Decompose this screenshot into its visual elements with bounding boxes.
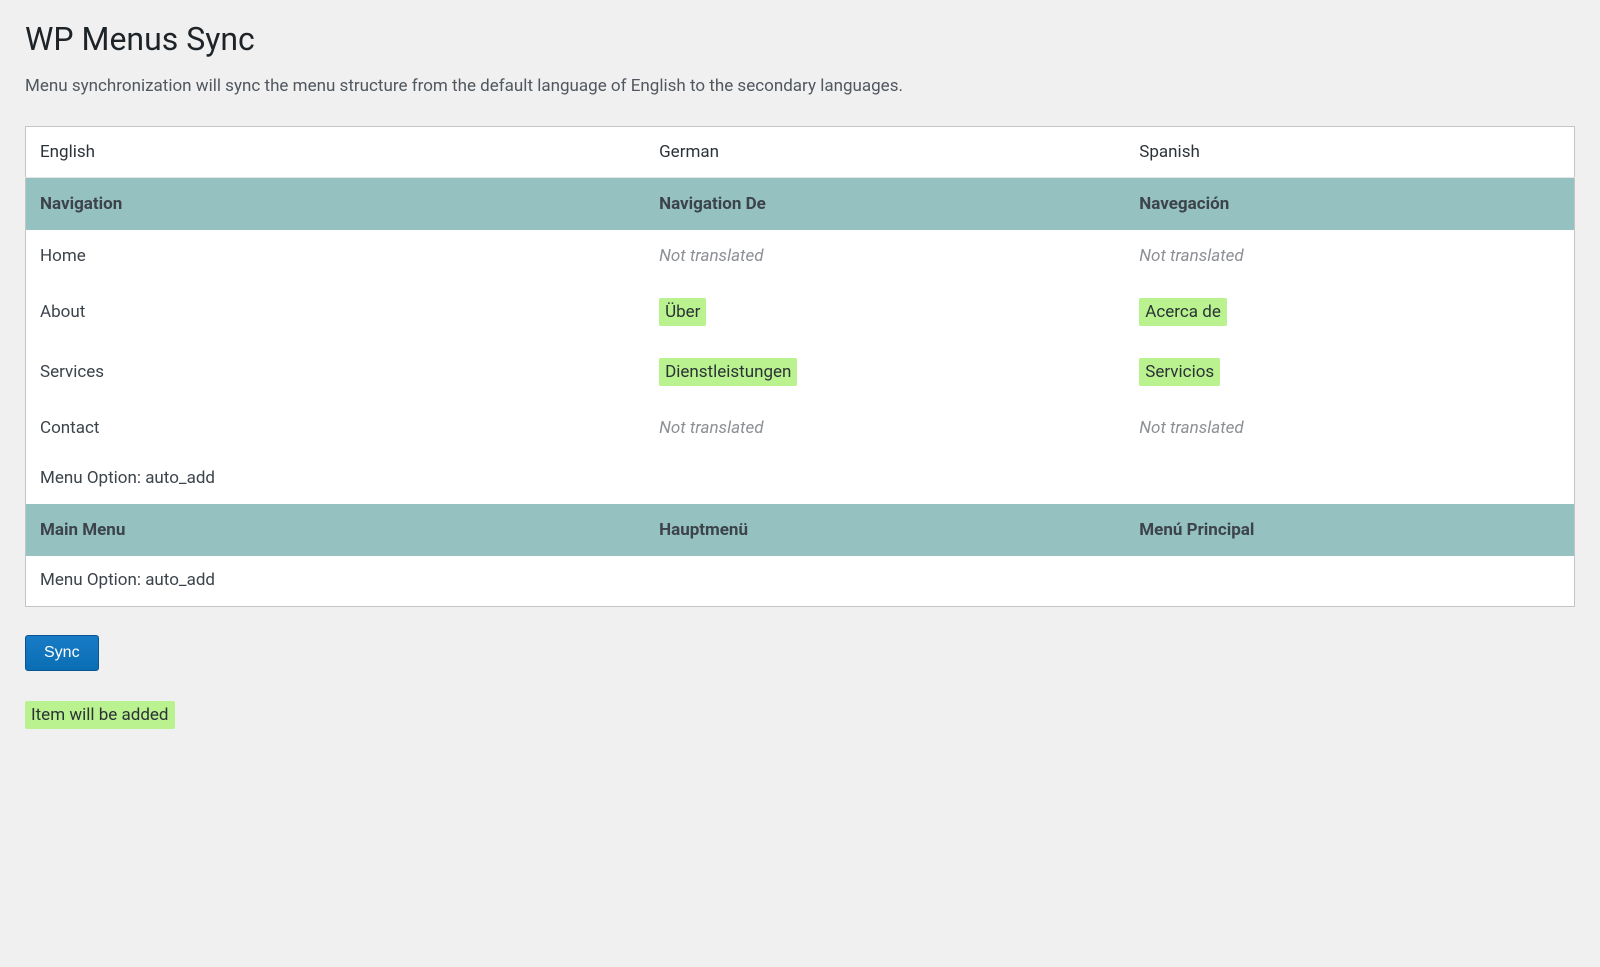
item-german: Not translated [645,402,1125,454]
menu-option-text: Menu Option: auto_add [26,454,1575,504]
item-german: Über [645,282,1125,342]
not-translated-label: Not translated [1139,246,1243,266]
menu-option-text: Menu Option: auto_add [26,556,1575,607]
not-translated-label: Not translated [659,246,763,266]
item-english: Home [26,230,646,282]
menu-group-row: Navigation Navigation De Navegación [26,178,1575,231]
header-spanish: Spanish [1125,127,1574,178]
item-english: Contact [26,402,646,454]
table-row: Contact Not translated Not translated [26,402,1575,454]
group-name-spanish: Menú Principal [1125,504,1574,556]
header-english: English [26,127,646,178]
menu-sync-table: English German Spanish Navigation Naviga… [25,126,1575,607]
item-german: Not translated [645,230,1125,282]
item-spanish: Servicios [1125,342,1574,402]
added-label: Acerca de [1139,298,1227,326]
menu-option-row: Menu Option: auto_add [26,454,1575,504]
table-row: About Über Acerca de [26,282,1575,342]
added-label: Über [659,298,706,326]
page-title: WP Menus Sync [25,20,1575,58]
added-label: Servicios [1139,358,1220,386]
added-label: Dienstleistungen [659,358,797,386]
item-german: Dienstleistungen [645,342,1125,402]
menu-group-row: Main Menu Hauptmenü Menú Principal [26,504,1575,556]
group-name-english: Navigation [26,178,646,231]
sync-button[interactable]: Sync [25,635,99,671]
item-spanish: Acerca de [1125,282,1574,342]
item-spanish: Not translated [1125,402,1574,454]
not-translated-label: Not translated [1139,418,1243,438]
item-spanish: Not translated [1125,230,1574,282]
table-header-row: English German Spanish [26,127,1575,178]
group-name-english: Main Menu [26,504,646,556]
table-row: Services Dienstleistungen Servicios [26,342,1575,402]
item-english: About [26,282,646,342]
group-name-german: Navigation De [645,178,1125,231]
legend-added: Item will be added [25,701,175,729]
page-description: Menu synchronization will sync the menu … [25,76,1575,96]
header-german: German [645,127,1125,178]
group-name-german: Hauptmenü [645,504,1125,556]
not-translated-label: Not translated [659,418,763,438]
group-name-spanish: Navegación [1125,178,1574,231]
table-row: Home Not translated Not translated [26,230,1575,282]
item-english: Services [26,342,646,402]
menu-option-row: Menu Option: auto_add [26,556,1575,607]
